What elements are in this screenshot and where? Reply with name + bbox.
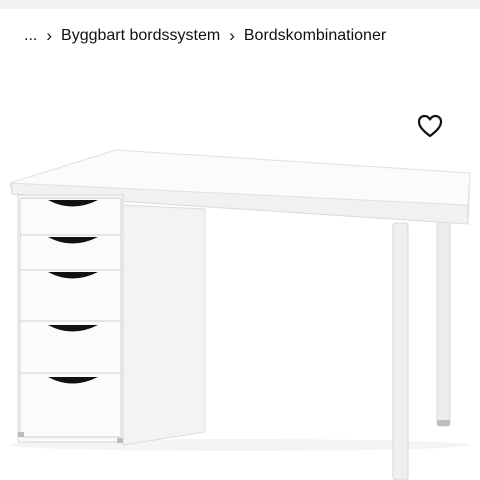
breadcrumb-item-ellipsis[interactable]: ... (24, 27, 37, 45)
drawer-3 (19, 269, 122, 329)
top-divider-bar (0, 0, 480, 9)
breadcrumb-item-bordskombinationer[interactable]: Bordskombinationer (244, 27, 386, 45)
heart-outline-icon (417, 114, 443, 138)
favorite-button[interactable] (416, 113, 444, 139)
drawer-unit-side (122, 204, 206, 446)
product-image[interactable] (0, 140, 480, 480)
breadcrumb: ... › Byggbart bordssystem › Bordskombin… (24, 24, 386, 48)
desk-leg-back (436, 199, 451, 427)
drawers (19, 197, 122, 438)
desk-illustration (9, 149, 471, 480)
chevron-right-icon: › (46, 26, 53, 45)
breadcrumb-item-byggbart-bordssystem[interactable]: Byggbart bordssystem (61, 27, 220, 45)
product-page: ... › Byggbart bordssystem › Bordskombin… (0, 0, 480, 480)
chevron-right-icon: › (229, 26, 235, 45)
desk-leg-front (392, 222, 409, 480)
